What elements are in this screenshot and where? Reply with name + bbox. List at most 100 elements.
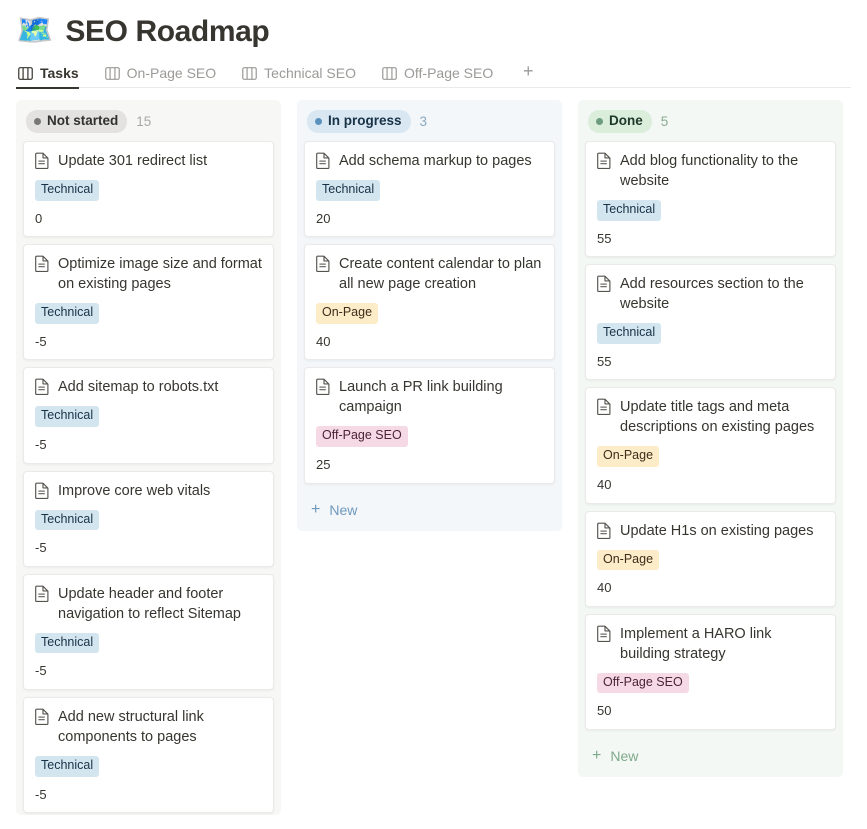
card-number-value: -5 bbox=[35, 334, 262, 350]
status-badge[interactable]: Done bbox=[588, 110, 652, 133]
new-card-label: New bbox=[329, 502, 357, 518]
card-title: Update 301 redirect list bbox=[58, 151, 207, 171]
card-tag: Technical bbox=[35, 406, 99, 427]
card-tag: Technical bbox=[597, 323, 661, 344]
page-emoji-map-icon[interactable]: 🗺️ bbox=[16, 16, 53, 46]
status-label: In progress bbox=[328, 113, 402, 130]
card-tag-wrapper: Technical bbox=[35, 180, 262, 211]
board-card[interactable]: Create content calendar to plan all new … bbox=[304, 244, 555, 360]
card-title-row: Update 301 redirect list bbox=[35, 151, 262, 171]
document-page-icon bbox=[597, 521, 612, 539]
tab-label: Tasks bbox=[40, 65, 79, 81]
column-card-count: 15 bbox=[136, 114, 151, 129]
card-tag: Technical bbox=[597, 200, 661, 221]
card-tag-wrapper: Technical bbox=[35, 510, 262, 541]
column-header: Not started 15 bbox=[16, 100, 281, 141]
document-page-icon bbox=[316, 377, 331, 395]
new-card-button[interactable]: +New bbox=[578, 737, 843, 775]
card-tag: On-Page bbox=[597, 446, 659, 467]
card-number-value: 40 bbox=[597, 477, 824, 493]
card-tag: Technical bbox=[316, 180, 380, 201]
plus-icon: + bbox=[311, 502, 320, 518]
status-badge[interactable]: In progress bbox=[307, 110, 411, 133]
card-title-row: Add schema markup to pages bbox=[316, 151, 543, 171]
card-title: Add blog functionality to the website bbox=[620, 151, 824, 191]
board-card[interactable]: Improve core web vitals Technical -5 bbox=[23, 471, 274, 567]
document-page-icon bbox=[597, 397, 612, 415]
add-view-button[interactable]: + bbox=[517, 60, 539, 82]
card-number-value: 20 bbox=[316, 211, 543, 227]
card-list: Add schema markup to pages Technical 20 Cre… bbox=[297, 141, 562, 484]
view-tab-bar: Tasks On-Page SEO Technical SEO Off-Page SE… bbox=[0, 52, 867, 88]
card-number-value: 50 bbox=[597, 703, 824, 719]
board-card[interactable]: Add resources section to the website Tech… bbox=[585, 264, 836, 380]
card-title-row: Create content calendar to plan all new … bbox=[316, 254, 543, 294]
card-tag-wrapper: Technical bbox=[597, 200, 824, 231]
card-title-row: Launch a PR link building campaign bbox=[316, 377, 543, 417]
card-number-value: 40 bbox=[597, 580, 824, 596]
card-number-value: -5 bbox=[35, 540, 262, 556]
document-page-icon bbox=[597, 624, 612, 642]
card-list: Add blog functionality to the website Tec… bbox=[578, 141, 843, 730]
card-tag: Technical bbox=[35, 510, 99, 531]
column-card-count: 5 bbox=[661, 114, 669, 129]
card-tag-wrapper: On-Page bbox=[597, 550, 824, 581]
status-badge[interactable]: Not started bbox=[26, 110, 127, 133]
card-tag: On-Page bbox=[597, 550, 659, 571]
card-title-row: Update header and footer navigation to r… bbox=[35, 584, 262, 624]
card-title: Add new structural link components to pa… bbox=[58, 707, 262, 747]
board-card[interactable]: Implement a HARO link building strategy O… bbox=[585, 614, 836, 730]
card-tag: Technical bbox=[35, 303, 99, 324]
board-card[interactable]: Update 301 redirect listTechnical0 bbox=[23, 141, 274, 237]
card-tag: Technical bbox=[35, 756, 99, 777]
card-title: Update H1s on existing pages bbox=[620, 521, 813, 541]
status-dot-icon bbox=[34, 118, 41, 125]
new-card-button[interactable]: + New bbox=[297, 491, 562, 529]
card-title: Launch a PR link building campaign bbox=[339, 377, 543, 417]
card-title-row: Update title tags and meta descriptions … bbox=[597, 397, 824, 437]
card-title: Add resources section to the website bbox=[620, 274, 824, 314]
card-list: Update 301 redirect listTechnical0Optimi… bbox=[16, 141, 281, 813]
board-card[interactable]: Update H1s on existing pages On-Page 40 bbox=[585, 511, 836, 607]
board-view-icon bbox=[105, 67, 120, 80]
board-card[interactable]: Add sitemap to robots.txtTechnical-5 bbox=[23, 367, 274, 463]
board-column-notstarted: Not started 15 Update 301 redirect list Tec… bbox=[16, 100, 281, 815]
page-header: 🗺️ SEO Roadmap bbox=[0, 0, 867, 52]
tab-technical-seo[interactable]: Technical SEO bbox=[240, 65, 366, 88]
board-card[interactable]: Update title tags and meta descriptions … bbox=[585, 387, 836, 503]
card-title: Add schema markup to pages bbox=[339, 151, 532, 171]
tab-tasks[interactable]: Tasks bbox=[16, 65, 89, 88]
page-title: SEO Roadmap bbox=[65, 15, 269, 48]
tab-on-page-seo[interactable]: On-Page SEO bbox=[103, 65, 227, 88]
tab-label: Technical SEO bbox=[264, 65, 356, 81]
board-card[interactable]: Update header and footer navigation to r… bbox=[23, 574, 274, 690]
card-title-row: Improve core web vitals bbox=[35, 481, 262, 501]
new-card-label: New bbox=[610, 748, 638, 764]
card-title: Create content calendar to plan all new … bbox=[339, 254, 543, 294]
card-number-value: -5 bbox=[35, 787, 262, 803]
card-tag-wrapper: Off-Page SEO bbox=[597, 673, 824, 704]
status-label: Done bbox=[609, 113, 643, 130]
document-page-icon bbox=[597, 151, 612, 169]
card-number-value: 25 bbox=[316, 457, 543, 473]
board-view-icon bbox=[382, 67, 397, 80]
board-card[interactable]: Add new structural link components to pa… bbox=[23, 697, 274, 813]
board-card[interactable]: Add blog functionality to the website Tec… bbox=[585, 141, 836, 257]
board-card[interactable]: Optimize image size and format on existi… bbox=[23, 244, 274, 360]
card-tag-wrapper: On-Page bbox=[597, 446, 824, 477]
board-card[interactable]: Add schema markup to pages Technical 20 bbox=[304, 141, 555, 237]
card-tag-wrapper: Technical bbox=[597, 323, 824, 354]
card-tag: Off-Page SEO bbox=[316, 426, 408, 447]
column-header: In progress3 bbox=[297, 100, 562, 141]
card-tag-wrapper: Off-Page SEO bbox=[316, 426, 543, 457]
card-title-row: Add new structural link components to pa… bbox=[35, 707, 262, 747]
card-number-value: 40 bbox=[316, 334, 543, 350]
board-card[interactable]: Launch a PR link building campaign Off-Pa… bbox=[304, 367, 555, 483]
card-tag: Technical bbox=[35, 180, 99, 201]
card-title: Improve core web vitals bbox=[58, 481, 210, 501]
tab-off-page-seo[interactable]: Off-Page SEO bbox=[380, 65, 503, 88]
document-page-icon bbox=[316, 151, 331, 169]
status-dot-icon bbox=[315, 118, 322, 125]
card-title-row: Add resources section to the website bbox=[597, 274, 824, 314]
card-title: Implement a HARO link building strategy bbox=[620, 624, 824, 664]
